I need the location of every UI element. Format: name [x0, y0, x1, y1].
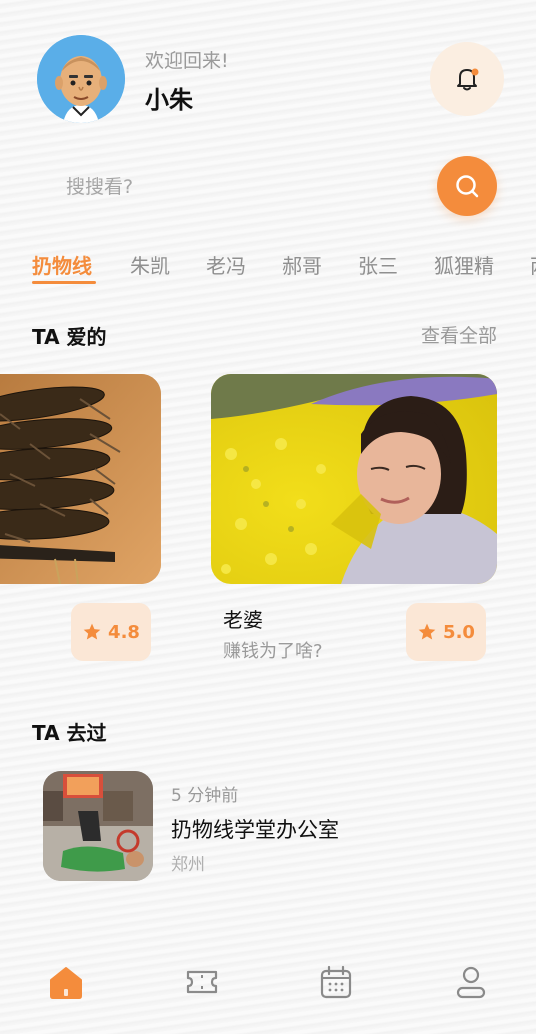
nav-profile[interactable]: [449, 960, 493, 1004]
visit-time: 5 分钟前: [171, 786, 239, 806]
notification-button[interactable]: [430, 42, 504, 116]
calendar-icon: [320, 965, 352, 999]
search-input[interactable]: [66, 172, 406, 202]
tab-5[interactable]: 狐狸精: [434, 250, 494, 286]
favorite-card-name: 老婆: [223, 608, 263, 632]
avatar[interactable]: [37, 35, 125, 123]
star-icon: [418, 623, 436, 640]
profile-icon: [456, 966, 486, 999]
home-icon: [50, 967, 82, 999]
favorites-title: TA 爱的: [32, 325, 107, 349]
office-photo-image: [43, 771, 153, 881]
view-all-link[interactable]: 查看全部: [421, 321, 497, 348]
app-screen: 欢迎回来! 小朱 扔物线 朱凯 老冯 郝哥 张三 狐狸精 两 TA 爱的 查看全…: [0, 0, 536, 1034]
bottom-navigation: [0, 930, 536, 1034]
tab-6[interactable]: 两: [530, 250, 536, 286]
visit-place: 扔物线学堂办公室: [171, 818, 339, 842]
avatar-illustration: [37, 35, 125, 123]
favorite-card-photo-0[interactable]: [0, 374, 161, 584]
tab-1[interactable]: 朱凯: [130, 250, 170, 286]
rating-value: 4.8: [108, 621, 140, 643]
visited-thumbnail[interactable]: [43, 771, 153, 881]
tab-4[interactable]: 张三: [358, 250, 398, 286]
search-button[interactable]: [437, 156, 497, 216]
nav-ticket[interactable]: [180, 960, 224, 1004]
favorite-card-subtitle: 赚钱为了啥?: [223, 641, 323, 662]
active-tab-indicator: [32, 281, 96, 284]
category-tabs: 扔物线 朱凯 老冯 郝哥 张三 狐狸精 两: [0, 250, 536, 290]
visited-title: TA 去过: [32, 721, 107, 745]
rapeseed-field-portrait-image: [211, 374, 497, 584]
rating-badge-0: 4.8: [71, 603, 151, 661]
rating-badge-1: 5.0: [406, 603, 486, 661]
nav-home[interactable]: [44, 960, 88, 1004]
tab-2[interactable]: 老冯: [206, 250, 246, 286]
visit-city: 郑州: [171, 855, 205, 875]
username: 小朱: [145, 86, 193, 114]
bell-icon: [457, 68, 479, 91]
tab-3[interactable]: 郝哥: [282, 250, 322, 286]
welcome-text: 欢迎回来!: [145, 50, 229, 72]
ticket-icon: [186, 970, 218, 994]
star-icon: [83, 623, 101, 640]
fried-insects-image: [0, 374, 161, 584]
rating-value: 5.0: [443, 621, 475, 643]
favorite-card-photo-1[interactable]: [211, 374, 497, 584]
nav-calendar[interactable]: [314, 960, 358, 1004]
search-icon: [456, 175, 479, 198]
